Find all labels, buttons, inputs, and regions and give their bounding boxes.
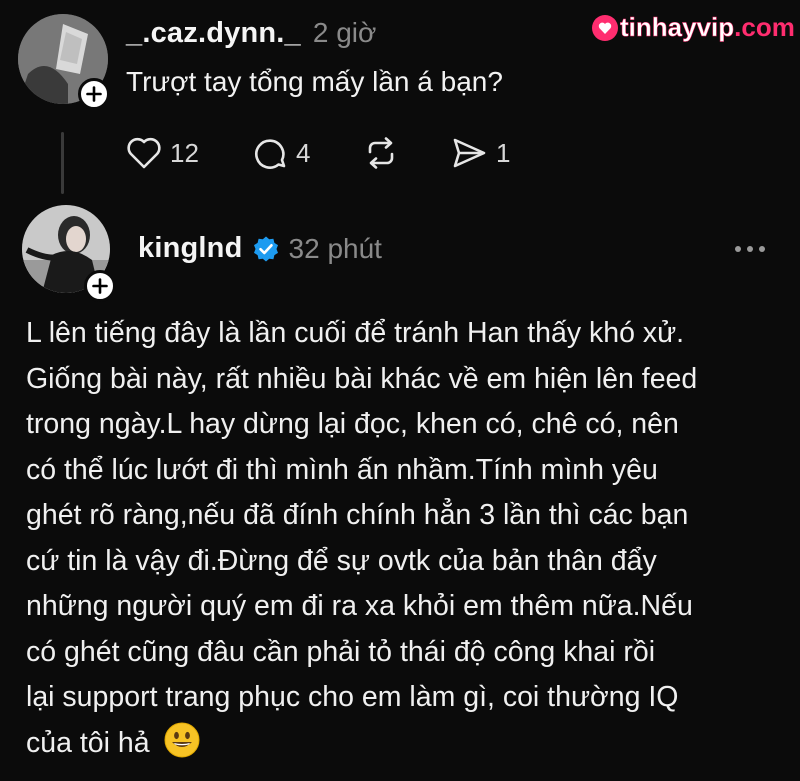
follow-plus-button[interactable] [84,270,116,302]
repost-icon [368,137,394,169]
comment-count: 4 [296,137,311,168]
verified-badge-icon [253,236,278,261]
post-line: L lên tiếng đây là lần cuối để tránh Han… [26,317,685,349]
watermark-logo-icon [592,14,618,41]
post-header: kinglnd 32 phút [138,232,382,265]
like-count: 12 [170,137,199,168]
timestamp: 32 phút [288,232,382,264]
post-line: có thể lúc lướt đi thì mình ấn nhầm.Tính… [26,453,658,486]
post-line: có ghét cũng đâu cần phải tỏ thái độ côn… [26,635,656,668]
thread-line [61,132,64,194]
smiley-emoji-icon [164,722,200,781]
watermark: tinhayvip.com [592,12,795,43]
share-button[interactable]: 1 [450,136,510,170]
post-line: cứ tin là vậy đi.Đừng để sự ovtk của bản… [26,544,657,577]
plus-icon [92,278,108,294]
comment-button[interactable]: 4 [252,136,310,170]
plus-icon [86,86,102,102]
username[interactable]: _.caz.dynn._ [126,17,301,50]
post-last-line: của tôi hả [26,721,786,781]
share-icon [453,138,486,168]
heart-icon [127,137,161,169]
post-text: Trượt tay tổng mấy lần á bạn? [126,66,503,97]
username[interactable]: kinglnd [138,232,243,265]
more-dot-icon [747,246,753,252]
more-options-button[interactable] [735,246,765,252]
more-dot-icon [759,246,765,252]
comment-icon [255,139,286,169]
watermark-tld: .com [734,12,795,42]
share-count: 1 [496,137,511,168]
post-line: trong ngày.L hay dừng lại đọc, khen có, … [26,408,679,440]
post-line: Giống bài này, rất nhiều bài khác về em … [26,362,698,395]
repost-button[interactable] [362,136,408,170]
like-button[interactable]: 12 [126,136,199,170]
post-line: lại support trang phục cho em làm gì, co… [26,681,679,713]
more-dot-icon [735,246,741,252]
post-line: ghét rõ ràng,nếu đã đính chính hẳn 3 lần… [26,499,689,531]
post-body: L lên tiếng đây là lần cuối để tránh Han… [26,311,786,781]
post-header: _.caz.dynn._ 2 giờ [126,17,376,50]
watermark-brand: tinhayvip [620,12,735,43]
follow-plus-button[interactable] [78,78,110,110]
post-line: của tôi hả [26,726,150,759]
post-line: những người quý em đi ra xa khỏi em thêm… [26,590,693,622]
timestamp: 2 giờ [312,17,377,48]
